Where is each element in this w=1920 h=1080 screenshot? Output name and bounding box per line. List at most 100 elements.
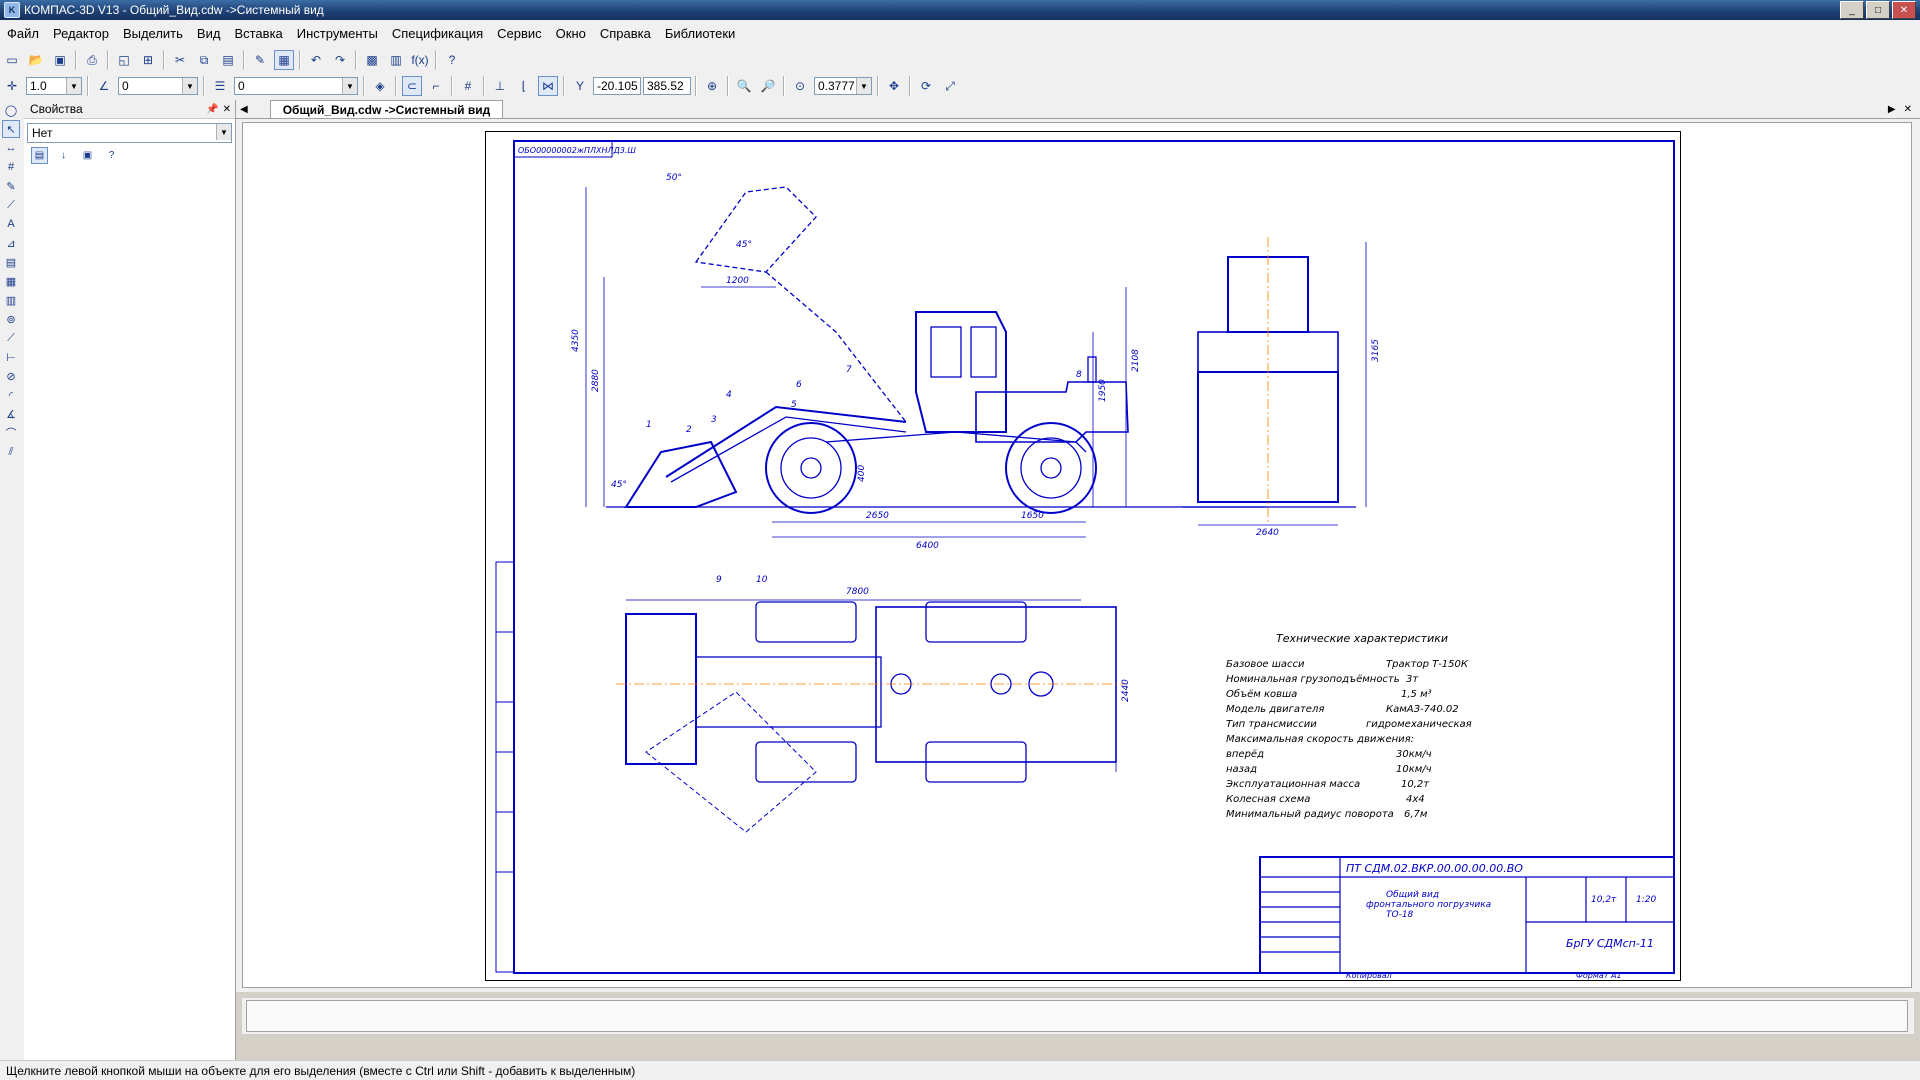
chevron-down-icon[interactable]: ▼ bbox=[342, 78, 357, 94]
chevron-down-icon[interactable]: ▼ bbox=[216, 124, 231, 140]
undo-icon[interactable]: ↶ bbox=[306, 50, 326, 70]
hatch-icon[interactable]: # bbox=[2, 158, 20, 176]
arc-dim-icon[interactable]: ⌒ bbox=[2, 424, 20, 442]
minimize-button[interactable]: _ bbox=[1840, 1, 1864, 19]
command-line[interactable] bbox=[246, 1000, 1908, 1032]
selection-icon[interactable]: ↖ bbox=[2, 120, 20, 138]
local-cs-icon[interactable]: ⊥ bbox=[490, 76, 510, 96]
geometry-icon[interactable]: ◯ bbox=[2, 101, 20, 119]
sort-categories-icon[interactable]: ▤ bbox=[31, 147, 48, 164]
diameter-icon[interactable]: ⊘ bbox=[2, 367, 20, 385]
coord-x-field[interactable]: -20.105 bbox=[593, 77, 641, 95]
angle-combo[interactable]: 0 ▼ bbox=[118, 77, 198, 95]
tab-document[interactable]: Общий_Вид.cdw ->Системный вид bbox=[269, 100, 504, 118]
parametrization-icon[interactable]: ⊿ bbox=[2, 234, 20, 252]
close-icon[interactable]: ✕ bbox=[223, 104, 231, 115]
view-state-icon[interactable]: ◈ bbox=[370, 76, 390, 96]
snap-magnet-icon[interactable]: ⊂ bbox=[402, 76, 422, 96]
pin-icon[interactable]: 📌 bbox=[206, 104, 218, 115]
menu-specification[interactable]: Спецификация bbox=[385, 26, 490, 41]
maximize-button[interactable]: □ bbox=[1866, 1, 1890, 19]
chevron-down-icon[interactable]: ▼ bbox=[182, 78, 197, 94]
angle-dim-icon[interactable]: ∡ bbox=[2, 405, 20, 423]
pencil-icon[interactable]: ✎ bbox=[2, 177, 20, 195]
menu-edit[interactable]: Редактор bbox=[46, 26, 116, 41]
measure-icon[interactable]: ▤ bbox=[2, 253, 20, 271]
preview-icon[interactable]: ◱ bbox=[114, 50, 134, 70]
drawing-viewport[interactable]: ОБО00000002жПЛХНЛД3.Ш 4350 2880 2108 195… bbox=[242, 122, 1912, 988]
report-icon[interactable]: ▥ bbox=[2, 291, 20, 309]
menu-window[interactable]: Окно bbox=[549, 26, 593, 41]
grid-icon[interactable]: # bbox=[458, 76, 478, 96]
zoom-in-icon[interactable]: 🔍 bbox=[734, 76, 754, 96]
zoom-scale-icon[interactable]: ⊙ bbox=[790, 76, 810, 96]
insert-icon[interactable]: ⊚ bbox=[2, 310, 20, 328]
edit-icon[interactable]: ⟋ bbox=[2, 196, 20, 214]
dim-height-max: 4350 bbox=[571, 329, 581, 352]
parametric-mode-icon[interactable]: ⋈ bbox=[538, 76, 558, 96]
redo-icon[interactable]: ↷ bbox=[330, 50, 350, 70]
ortho-icon[interactable]: ⌐ bbox=[426, 76, 446, 96]
menu-libraries[interactable]: Библиотеки bbox=[658, 26, 742, 41]
orthogonal-mode-icon[interactable]: ⌊ bbox=[514, 76, 534, 96]
selection-dropdown[interactable]: Нет ▼ bbox=[27, 123, 232, 143]
show-tree-icon[interactable]: ▣ bbox=[79, 147, 96, 164]
menu-service[interactable]: Сервис bbox=[490, 26, 549, 41]
selection-value: Нет bbox=[32, 126, 53, 140]
designation: ПТ СДМ.02.ВКР.00.00.00.00.ВО bbox=[1346, 862, 1523, 875]
menu-tools[interactable]: Инструменты bbox=[290, 26, 385, 41]
radius-icon[interactable]: ◜ bbox=[2, 386, 20, 404]
name-line1: Общий вид bbox=[1386, 890, 1439, 900]
zoom-window-icon[interactable]: ⊕ bbox=[702, 76, 722, 96]
copy-icon[interactable]: ⧉ bbox=[194, 50, 214, 70]
sort-alpha-icon[interactable]: ↓ bbox=[55, 147, 72, 164]
window-title: КОМПАС-3D V13 - Общий_Вид.cdw ->Системны… bbox=[24, 3, 324, 17]
chevron-down-icon[interactable]: ▼ bbox=[856, 78, 871, 94]
angle-icon[interactable]: ∠ bbox=[94, 76, 114, 96]
menu-view[interactable]: Вид bbox=[190, 26, 228, 41]
coord-y-field[interactable]: 385.52 bbox=[643, 77, 691, 95]
spec-value-6: 30км/ч bbox=[1396, 749, 1432, 760]
properties-help-icon[interactable]: ? bbox=[103, 147, 120, 164]
new-document-icon[interactable]: ▭ bbox=[2, 50, 22, 70]
help-pointer-icon[interactable]: ? bbox=[442, 50, 462, 70]
property-panel-icon[interactable]: ▦ bbox=[274, 50, 294, 70]
linear-dim-icon[interactable]: ⊢ bbox=[2, 348, 20, 366]
step-cursor-icon[interactable]: ✛ bbox=[2, 76, 22, 96]
zoom-combo[interactable]: 0.3777 ▼ bbox=[814, 77, 872, 95]
rear-wheel bbox=[765, 422, 857, 514]
step-combo[interactable]: 1.0 ▼ bbox=[26, 77, 82, 95]
properties-panel: Свойства 📌 ✕ Нет ▼ ▤ ↓ ▣ ? bbox=[24, 100, 236, 1060]
dimensions-icon[interactable]: ↔ bbox=[2, 139, 20, 157]
tab-scroll-left-icon[interactable]: ◀ bbox=[240, 104, 248, 115]
refresh-view-icon[interactable]: ⟳ bbox=[916, 76, 936, 96]
tab-scroll-right-icon[interactable]: ▶ bbox=[1888, 104, 1896, 115]
library-manager-icon[interactable]: ▥ bbox=[386, 50, 406, 70]
properties-brush-icon[interactable]: ✎ bbox=[250, 50, 270, 70]
menu-select[interactable]: Выделить bbox=[116, 26, 190, 41]
layer-icon[interactable]: ☰ bbox=[210, 76, 230, 96]
pan-icon[interactable]: ✥ bbox=[884, 76, 904, 96]
menu-insert[interactable]: Вставка bbox=[227, 26, 289, 41]
tab-close-icon[interactable]: ✕ bbox=[1904, 104, 1912, 115]
open-folder-icon[interactable]: 📂 bbox=[26, 50, 46, 70]
function-icon[interactable]: f(x) bbox=[410, 50, 430, 70]
menu-file[interactable]: Файл bbox=[0, 26, 46, 41]
print-icon[interactable]: ⎙ bbox=[82, 50, 102, 70]
paste-icon[interactable]: ▤ bbox=[218, 50, 238, 70]
layer-combo[interactable]: 0 ▼ bbox=[234, 77, 358, 95]
show-all-icon[interactable]: ⤢ bbox=[940, 76, 960, 96]
break-dim-icon[interactable]: ⫽ bbox=[2, 443, 20, 461]
chevron-down-icon[interactable]: ▼ bbox=[66, 78, 81, 94]
spec-icon[interactable]: ▦ bbox=[2, 272, 20, 290]
kompas-app-icon[interactable]: K bbox=[4, 2, 20, 18]
variables-icon[interactable]: ▩ bbox=[362, 50, 382, 70]
save-icon[interactable]: ▣ bbox=[50, 50, 70, 70]
menu-help[interactable]: Справка bbox=[593, 26, 658, 41]
manager-icon[interactable]: ⊞ bbox=[138, 50, 158, 70]
designations-icon[interactable]: A bbox=[2, 215, 20, 233]
cut-icon[interactable]: ✂ bbox=[170, 50, 190, 70]
zoom-out-icon[interactable]: 🔎 bbox=[758, 76, 778, 96]
line-tool-icon[interactable]: ⟋ bbox=[2, 329, 20, 347]
close-button[interactable]: ✕ bbox=[1892, 1, 1916, 19]
